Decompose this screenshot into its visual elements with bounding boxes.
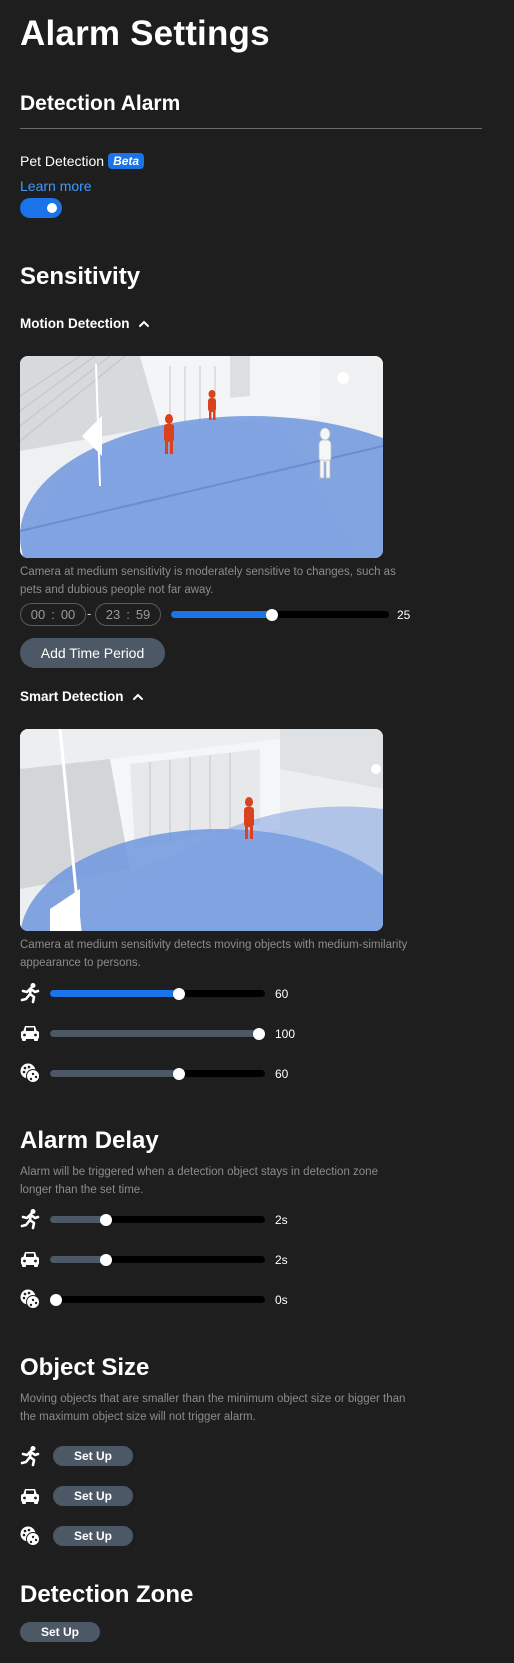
- slider-thumb[interactable]: [253, 1027, 265, 1040]
- chevron-up-icon: [138, 320, 149, 327]
- person-running-icon: [19, 982, 41, 1004]
- time-colon: :: [126, 607, 130, 622]
- value-slider[interactable]: [50, 1027, 265, 1040]
- section-divider: [20, 128, 482, 129]
- object-size-description: Moving objects that are smaller than the…: [20, 1393, 406, 1423]
- learn-more-link[interactable]: Learn more: [20, 178, 92, 194]
- object-size-setup-button[interactable]: Set Up: [53, 1446, 133, 1466]
- vehicle-icon: [19, 1485, 41, 1507]
- motion-detection-illustration: [20, 356, 383, 558]
- time-colon: :: [51, 607, 55, 622]
- toggle-knob: [47, 203, 57, 213]
- start-hour: 00: [30, 607, 46, 622]
- value-slider[interactable]: [50, 987, 265, 1000]
- detection-zone-heading: Detection Zone: [20, 1581, 194, 1608]
- end-time-picker[interactable]: 23:59: [95, 603, 161, 626]
- beta-badge: Beta: [108, 153, 145, 169]
- motion-detection-title: Motion Detection: [20, 316, 130, 331]
- pet-detection-label: Pet Detection: [20, 153, 105, 169]
- chevron-up-icon: [132, 693, 143, 700]
- smart-detection-title: Smart Detection: [20, 689, 124, 704]
- slider-value: 2s: [275, 1253, 288, 1267]
- object-size-setup-button[interactable]: Set Up: [53, 1526, 133, 1546]
- motion-detection-header[interactable]: Motion Detection: [20, 316, 150, 331]
- end-minute: 59: [135, 607, 151, 622]
- smart-detection-header[interactable]: Smart Detection: [20, 689, 144, 704]
- start-minute: 00: [60, 607, 76, 622]
- slider-fill: [50, 1256, 106, 1263]
- slider-fill: [50, 1030, 265, 1037]
- alarm-delay-heading: Alarm Delay: [20, 1127, 159, 1154]
- slider-thumb[interactable]: [173, 1067, 185, 1080]
- motion-sensitivity-slider[interactable]: [171, 608, 389, 621]
- alarm-delay-description: Alarm will be triggered when a detection…: [20, 1166, 378, 1196]
- slider-thumb[interactable]: [100, 1213, 112, 1226]
- slider-thumb[interactable]: [50, 1293, 62, 1306]
- smart-description: Camera at medium sensitivity detects mov…: [20, 939, 408, 969]
- sensitivity-heading: Sensitivity: [20, 263, 141, 290]
- add-time-period-button[interactable]: Add Time Period: [20, 638, 165, 668]
- pet-icon: [19, 1525, 41, 1547]
- slider-thumb[interactable]: [266, 608, 278, 621]
- slider-value: 2s: [275, 1213, 288, 1227]
- detection-alarm-heading: Detection Alarm: [20, 92, 181, 115]
- value-slider[interactable]: [50, 1213, 265, 1226]
- page-title: Alarm Settings: [20, 14, 270, 53]
- pet-icon: [19, 1288, 41, 1310]
- object-size-heading: Object Size: [20, 1354, 150, 1381]
- slider-fill: [50, 1216, 106, 1223]
- motion-sensitivity-value: 25: [397, 608, 411, 622]
- vehicle-icon: [19, 1022, 41, 1044]
- start-time-picker[interactable]: 00:00: [20, 603, 86, 626]
- slider-thumb[interactable]: [100, 1253, 112, 1266]
- value-slider[interactable]: [50, 1253, 265, 1266]
- pet-detection-row: Pet Detection Beta: [20, 153, 145, 169]
- value-slider[interactable]: [50, 1067, 265, 1080]
- motion-description: Camera at medium sensitivity is moderate…: [20, 566, 396, 596]
- value-slider[interactable]: [50, 1293, 265, 1306]
- slider-fill: [50, 1070, 179, 1077]
- pet-icon: [19, 1062, 41, 1084]
- slider-value: 60: [275, 987, 289, 1001]
- slider-value: 60: [275, 1067, 289, 1081]
- slider-value: 0s: [275, 1293, 288, 1307]
- end-hour: 23: [105, 607, 121, 622]
- vehicle-icon: [19, 1248, 41, 1270]
- slider-fill: [171, 611, 272, 618]
- slider-value: 100: [275, 1027, 296, 1041]
- slider-fill: [50, 990, 179, 997]
- slider-thumb[interactable]: [173, 987, 185, 1000]
- detection-zone-setup-button[interactable]: Set Up: [20, 1622, 100, 1642]
- person-running-icon: [19, 1208, 41, 1230]
- time-range-dash: -: [87, 606, 92, 621]
- object-size-setup-button[interactable]: Set Up: [53, 1486, 133, 1506]
- smart-detection-illustration: [20, 729, 383, 931]
- pet-detection-toggle[interactable]: [20, 198, 62, 218]
- person-running-icon: [19, 1445, 41, 1467]
